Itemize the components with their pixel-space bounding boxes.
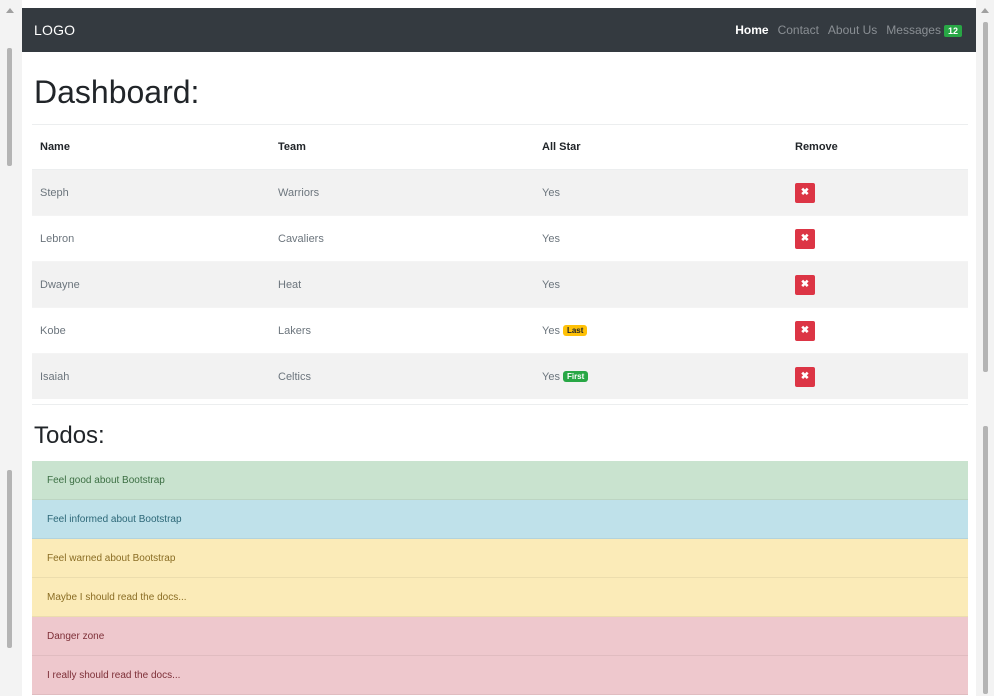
nav-link-contact[interactable]: Contact xyxy=(778,23,819,37)
column-header-team: Team xyxy=(270,124,534,170)
cell-name: Steph xyxy=(32,169,270,216)
close-icon: ✖ xyxy=(800,232,810,244)
nav-link-home[interactable]: Home xyxy=(735,23,768,37)
cell-team: Celtics xyxy=(270,353,534,399)
nav-link-about-us[interactable]: About Us xyxy=(828,23,877,37)
remove-button[interactable]: ✖ xyxy=(795,228,815,249)
nav-links: Home Contact About Us Messages 12 xyxy=(735,23,962,37)
cell-team: Lakers xyxy=(270,307,534,354)
left-scrollbar[interactable] xyxy=(0,0,22,696)
messages-count-badge: 12 xyxy=(943,25,962,37)
players-table: Name Team All Star Remove Steph Warriors… xyxy=(32,124,968,399)
cell-remove: ✖ xyxy=(787,261,968,308)
table-divider xyxy=(32,404,968,405)
cell-team: Heat xyxy=(270,261,534,308)
close-icon: ✖ xyxy=(800,186,810,198)
close-icon: ✖ xyxy=(800,324,810,336)
dashboard-title: Dashboard: xyxy=(34,74,200,110)
column-header-remove: Remove xyxy=(787,124,968,170)
todo-item[interactable]: Feel warned about Bootstrap xyxy=(32,539,968,578)
cell-remove: ✖ xyxy=(787,353,968,399)
all-star-value: Yes xyxy=(542,278,560,291)
first-badge: First xyxy=(562,370,589,382)
column-header-all-star: All Star xyxy=(534,124,787,170)
scrollbar-thumb[interactable] xyxy=(983,426,988,694)
cell-name: Lebron xyxy=(32,215,270,262)
todo-list: Feel good about Bootstrap Feel informed … xyxy=(32,461,968,695)
table-row: Dwayne Heat Yes ✖ xyxy=(32,261,968,308)
cell-all-star: Yes xyxy=(534,215,787,262)
remove-button[interactable]: ✖ xyxy=(795,366,815,387)
cell-all-star: Yes First xyxy=(534,353,787,399)
todos-title: Todos: xyxy=(34,422,105,449)
close-icon: ✖ xyxy=(800,278,810,290)
todo-item[interactable]: Danger zone xyxy=(32,617,968,656)
all-star-value: Yes xyxy=(542,370,560,383)
scrollbar-thumb[interactable] xyxy=(7,470,12,648)
top-navbar: LOGO Home Contact About Us Messages 12 xyxy=(22,8,976,52)
table-row: Kobe Lakers Yes Last ✖ xyxy=(32,307,968,354)
todo-item[interactable]: Feel good about Bootstrap xyxy=(32,461,968,500)
right-scrollbar[interactable] xyxy=(976,0,994,696)
cell-remove: ✖ xyxy=(787,307,968,354)
cell-name: Kobe xyxy=(32,307,270,354)
remove-button[interactable]: ✖ xyxy=(795,182,815,203)
table-header-row: Name Team All Star Remove xyxy=(32,124,968,170)
all-star-value: Yes xyxy=(542,232,560,245)
all-star-value: Yes xyxy=(542,186,560,199)
nav-link-messages-label: Messages xyxy=(886,23,941,37)
cell-name: Dwayne xyxy=(32,261,270,308)
table-row: Isaiah Celtics Yes First ✖ xyxy=(32,353,968,399)
brand-logo[interactable]: LOGO xyxy=(34,22,75,38)
remove-button[interactable]: ✖ xyxy=(795,320,815,341)
cell-team: Warriors xyxy=(270,169,534,216)
table-row: Steph Warriors Yes ✖ xyxy=(32,169,968,216)
cell-remove: ✖ xyxy=(787,215,968,262)
scrollbar-thumb[interactable] xyxy=(7,48,12,166)
table-row: Lebron Cavaliers Yes ✖ xyxy=(32,215,968,262)
all-star-value: Yes xyxy=(542,324,560,337)
todo-item[interactable]: Feel informed about Bootstrap xyxy=(32,500,968,539)
todo-item[interactable]: Maybe I should read the docs... xyxy=(32,578,968,617)
cell-all-star: Yes xyxy=(534,169,787,216)
last-badge: Last xyxy=(562,324,588,336)
scrollbar-thumb[interactable] xyxy=(983,22,988,372)
todo-item[interactable]: I really should read the docs... xyxy=(32,656,968,695)
nav-link-messages[interactable]: Messages 12 xyxy=(886,23,962,37)
cell-remove: ✖ xyxy=(787,169,968,216)
cell-team: Cavaliers xyxy=(270,215,534,262)
close-icon: ✖ xyxy=(800,370,810,382)
scroll-up-arrow-icon[interactable] xyxy=(981,8,989,13)
cell-all-star: Yes Last xyxy=(534,307,787,354)
cell-name: Isaiah xyxy=(32,353,270,399)
column-header-name: Name xyxy=(32,124,270,170)
scroll-up-arrow-icon[interactable] xyxy=(6,8,14,13)
cell-all-star: Yes xyxy=(534,261,787,308)
remove-button[interactable]: ✖ xyxy=(795,274,815,295)
